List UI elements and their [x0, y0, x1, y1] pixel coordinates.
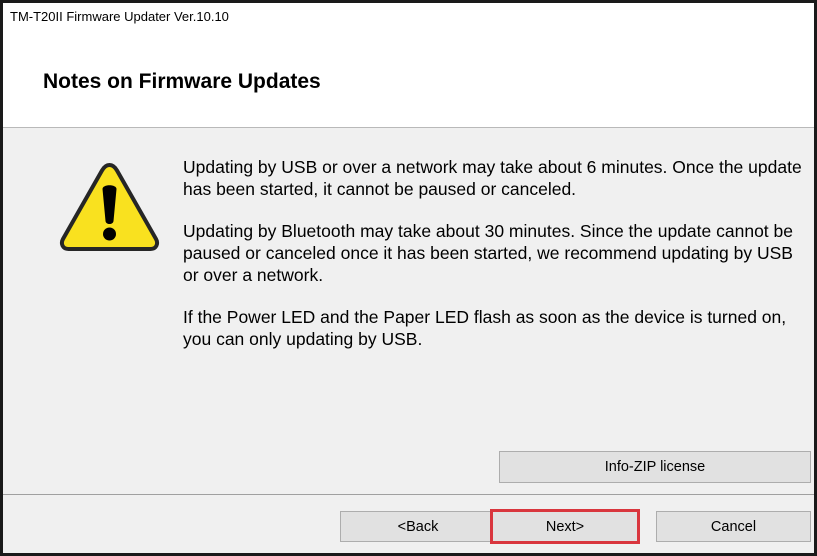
page-header: Notes on Firmware Updates	[3, 35, 814, 128]
cancel-button[interactable]: Cancel	[656, 511, 811, 542]
notes-panel: Updating by USB or over a network may ta…	[3, 128, 814, 494]
note-bluetooth-duration: Updating by Bluetooth may take about 30 …	[183, 221, 793, 285]
info-zip-license-button[interactable]: Info-ZIP license	[499, 451, 811, 483]
wizard-footer: <Back Next> Cancel	[3, 494, 814, 553]
warning-triangle-icon	[59, 163, 160, 251]
firmware-updater-window: TM-T20II Firmware Updater Ver.10.10 Note…	[0, 0, 817, 556]
back-button[interactable]: <Back	[340, 511, 496, 542]
title-bar: TM-T20II Firmware Updater Ver.10.10	[3, 3, 814, 35]
page-title: Notes on Firmware Updates	[43, 70, 321, 93]
next-button[interactable]: Next>	[490, 509, 640, 544]
window-title: TM-T20II Firmware Updater Ver.10.10	[10, 9, 229, 24]
notes-text: Updating by USB or over a network may ta…	[183, 156, 808, 370]
note-usb-duration: Updating by USB or over a network may ta…	[183, 157, 802, 199]
note-led-flash: If the Power LED and the Paper LED flash…	[183, 307, 787, 349]
